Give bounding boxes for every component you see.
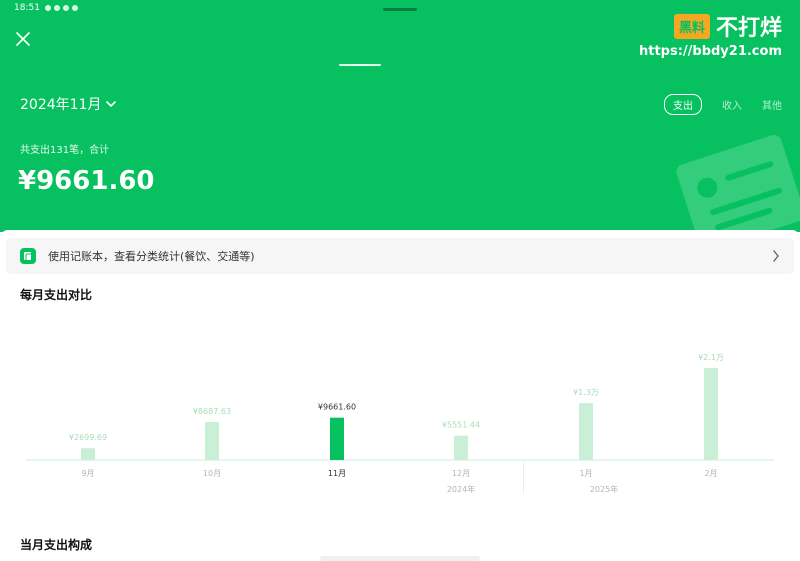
tab-expense[interactable]: 支出 [664, 94, 702, 115]
chevron-right-icon [773, 250, 779, 262]
expense-total: ¥9661.60 [18, 166, 155, 196]
category-label: 12月 [452, 469, 470, 478]
bar-2 [330, 417, 344, 460]
category-label: 9月 [81, 469, 94, 478]
drag-handle[interactable] [383, 8, 417, 11]
watermark: 黑料 不打烊 https://bbdy21.com [639, 10, 782, 59]
category-label: 1月 [579, 469, 592, 478]
composition-title: 当月支出构成 [20, 538, 93, 552]
monthly-expense-chart: ¥2699.69 9月 ¥8687.63 10月 ¥9661.60 11月 ¥5551.44… [26, 353, 774, 494]
watermark-name: 不打烊 [715, 16, 782, 41]
month-selector[interactable]: 2024年11月 [20, 94, 117, 114]
year-label: 2025年 [590, 484, 618, 494]
category-label: 10月 [203, 469, 221, 478]
watermark-url: https://bbdy21.com [638, 44, 782, 59]
watermark-logo: 黑料 [673, 13, 710, 39]
bar-value-label: ¥9661.60 [318, 403, 356, 412]
header: 18:51 黑料 不打烊 https://bbdy21.com 2024年11月… [0, 0, 800, 232]
status-bar: 18:51 [14, 3, 78, 13]
category-label: 2月 [704, 469, 717, 478]
tab-other[interactable]: 其他 [762, 97, 782, 112]
bookkeeping-promo[interactable]: 使用记账本，查看分类统计(餐饮、交通等) [6, 238, 794, 274]
category-label: 11月 [328, 469, 346, 478]
type-tabs: 支出 收入 其他 [664, 94, 782, 115]
close-icon[interactable] [14, 30, 32, 48]
bar-value-label: ¥2.1万 [698, 353, 724, 362]
tab-income[interactable]: 收入 [722, 97, 742, 112]
monthly-compare-title: 每月支出对比 [20, 288, 93, 302]
chevron-down-icon [106, 101, 117, 108]
year-label: 2024年 [447, 484, 475, 494]
bar-5 [704, 368, 718, 460]
status-time: 18:51 [14, 3, 40, 13]
bar-value-label: ¥2699.69 [69, 433, 107, 442]
notification-icons [44, 5, 78, 11]
expense-count: 共支出131笔，合计 [20, 145, 110, 156]
bar-0 [81, 448, 95, 460]
bar-3 [454, 435, 468, 460]
bar-value-label: ¥5551.44 [442, 421, 480, 430]
bar-value-label: ¥8687.63 [193, 407, 231, 416]
ledger-icon [20, 248, 36, 264]
promo-text: 使用记账本，查看分类统计(餐饮、交通等) [48, 250, 255, 263]
month-label: 2024年11月 [20, 97, 102, 113]
bar-value-label: ¥1.3万 [573, 388, 599, 397]
receipt-decoration-icon [676, 135, 800, 232]
sheet-indicator [339, 64, 381, 66]
bar-4 [579, 403, 593, 460]
bar-1 [205, 421, 219, 460]
composition-placeholder [320, 556, 480, 561]
